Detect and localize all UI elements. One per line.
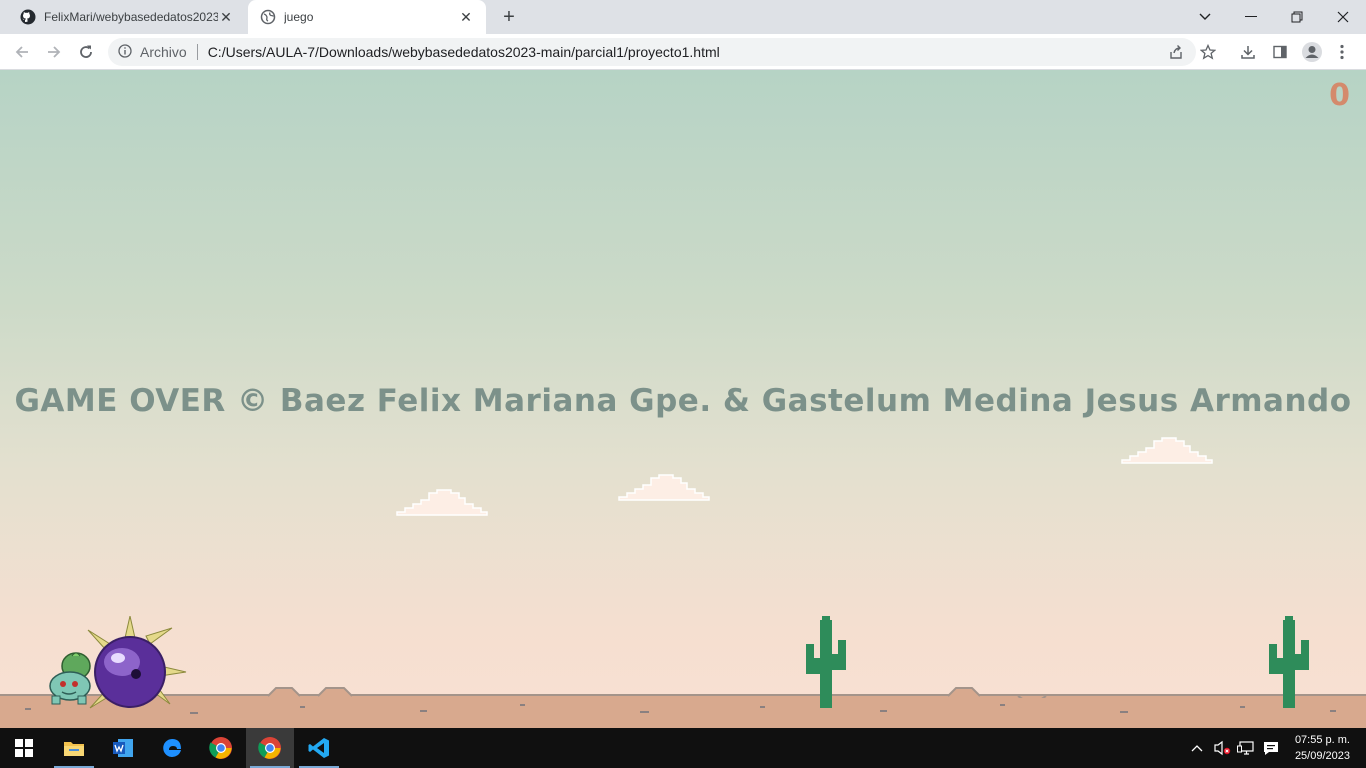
pebble — [640, 711, 649, 713]
chrome-active-icon[interactable] — [246, 728, 294, 768]
download-icon[interactable] — [1236, 40, 1260, 64]
chrome-icon[interactable] — [197, 728, 245, 768]
word-icon[interactable] — [99, 728, 147, 768]
spiked-ball-enemy — [87, 616, 187, 709]
new-tab-icon[interactable]: + — [499, 7, 519, 27]
pebble — [190, 712, 198, 714]
tab-github[interactable]: FelixMari/webybasededatos2023 ✕ — [8, 0, 246, 34]
windows-taskbar: 07:55 p. m. 25/09/2023 — [0, 728, 1366, 768]
cactus-obstacle — [806, 616, 846, 708]
reload-icon[interactable] — [74, 40, 98, 64]
omnibox-divider — [196, 44, 198, 60]
pebble — [1000, 704, 1005, 706]
notification-icon[interactable] — [1258, 728, 1284, 768]
tab-strip: FelixMari/webybasededatos2023 ✕ juego ✕ … — [0, 0, 1366, 34]
desert-ground — [0, 694, 1366, 728]
tab-title: FelixMari/webybasededatos2023 — [44, 10, 218, 24]
cloud-icon — [396, 489, 488, 516]
tray-chevron-icon[interactable] — [1186, 728, 1208, 768]
clock-time: 07:55 p. m. — [1294, 734, 1350, 746]
vscode-icon[interactable] — [295, 728, 343, 768]
ground-bumps — [267, 687, 1047, 698]
bookmark-star-icon[interactable] — [1196, 40, 1220, 64]
pebble — [1120, 711, 1128, 713]
window-close-icon[interactable] — [1320, 0, 1366, 34]
pebble — [1240, 706, 1245, 708]
clock-date: 25/09/2023 — [1294, 750, 1350, 762]
file-explorer-icon[interactable] — [50, 728, 98, 768]
volume-muted-icon[interactable] — [1210, 728, 1234, 768]
game-over-message: GAME OVER © Baez Felix Mariana Gpe. & Ga… — [14, 383, 1352, 419]
game-canvas[interactable]: 0 GAME OVER © Baez Felix Mariana Gpe. & … — [0, 70, 1366, 728]
info-icon[interactable] — [118, 43, 132, 61]
network-icon[interactable] — [1234, 728, 1258, 768]
pebble — [1330, 710, 1336, 712]
pebble — [520, 704, 525, 706]
close-icon[interactable]: ✕ — [458, 9, 474, 25]
tab-title: juego — [284, 10, 314, 24]
tab-search-icon[interactable] — [1182, 0, 1228, 34]
profile-avatar-icon[interactable] — [1300, 40, 1324, 64]
address-bar[interactable]: Archivo C:/Users/AULA-7/Downloads/webyba… — [108, 38, 1196, 66]
back-icon[interactable] — [10, 40, 34, 64]
pebble — [420, 710, 427, 712]
browser-toolbar: Archivo C:/Users/AULA-7/Downloads/webyba… — [0, 34, 1366, 70]
side-panel-icon[interactable] — [1268, 40, 1292, 64]
menu-kebab-icon[interactable] — [1330, 40, 1354, 64]
cactus-obstacle — [1269, 616, 1309, 708]
pebble — [880, 710, 887, 712]
github-icon — [20, 9, 36, 25]
pebble — [300, 706, 305, 708]
pebble — [25, 708, 31, 710]
windows-start-icon[interactable] — [0, 728, 48, 768]
tab-juego[interactable]: juego ✕ — [248, 0, 486, 34]
forward-icon[interactable] — [42, 40, 66, 64]
restore-icon[interactable] — [1274, 0, 1320, 34]
close-icon[interactable]: ✕ — [218, 9, 234, 25]
url-text[interactable]: C:/Users/AULA-7/Downloads/webybasededato… — [208, 44, 720, 60]
cloud-icon — [618, 474, 710, 501]
cloud-icon — [1121, 437, 1213, 464]
minimize-icon[interactable] — [1228, 0, 1274, 34]
edge-icon[interactable] — [148, 728, 196, 768]
system-clock[interactable]: 07:55 p. m. 25/09/2023 — [1295, 732, 1350, 764]
score-counter: 0 — [1329, 78, 1350, 113]
pebble — [760, 706, 765, 708]
origin-label: Archivo — [140, 44, 187, 60]
globe-icon — [260, 9, 276, 25]
share-icon[interactable] — [1164, 40, 1188, 64]
